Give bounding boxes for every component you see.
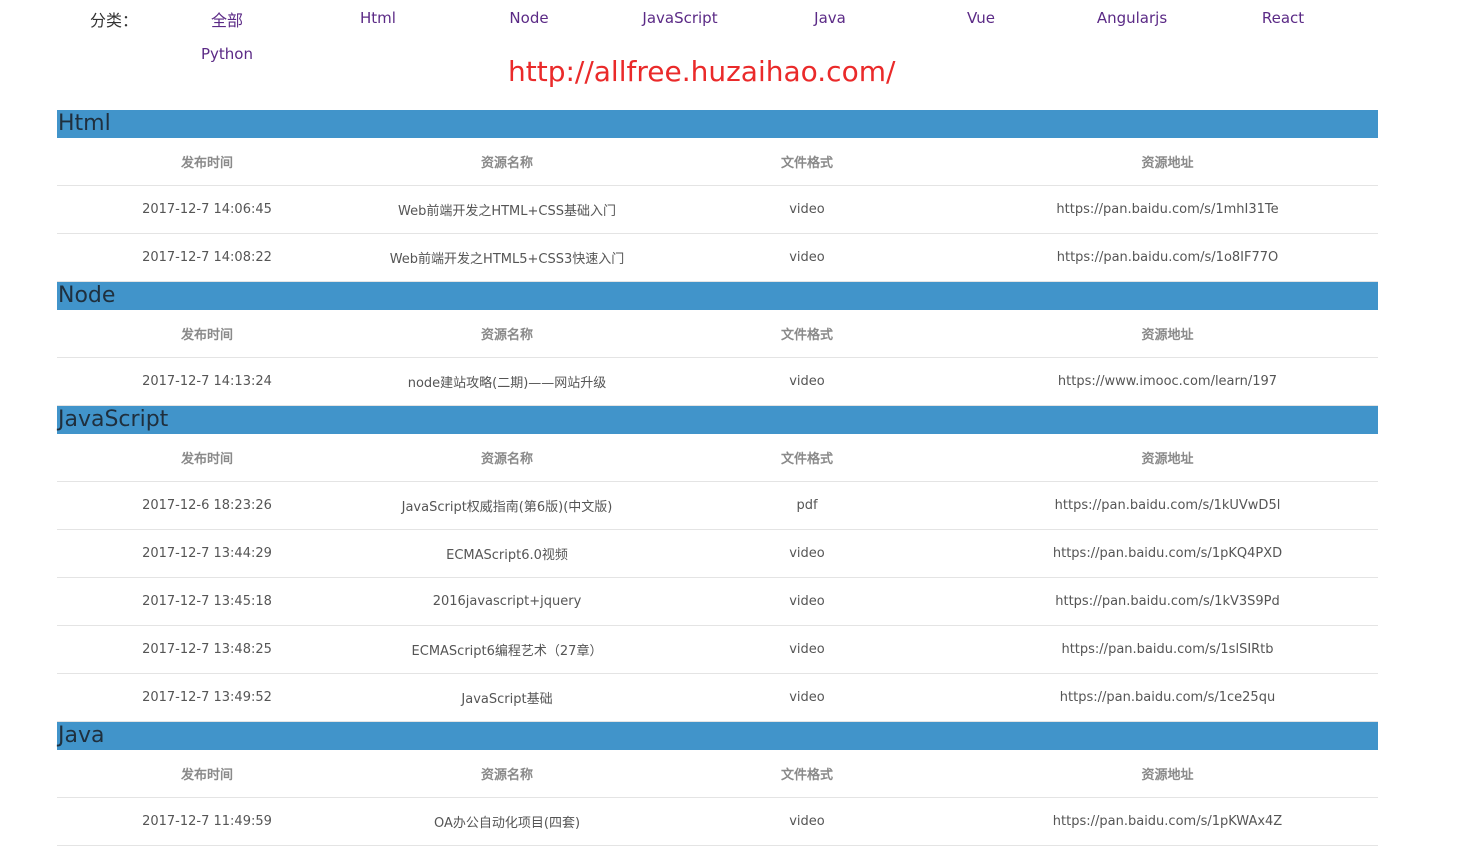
section-java: Java 发布时间 资源名称 文件格式 资源地址 2017-12-7 11:49… xyxy=(57,722,1378,846)
table-header-row: 发布时间 资源名称 文件格式 资源地址 xyxy=(57,434,1378,482)
cell-format: video xyxy=(657,233,957,282)
cell-name: OA办公自动化项目(四套) xyxy=(357,797,657,846)
cell-url[interactable]: https://pan.baidu.com/s/1kUVwD5l xyxy=(957,481,1378,530)
table-row: 2017-12-7 11:49:59 OA办公自动化项目(四套) video h… xyxy=(57,797,1378,846)
table-header-row: 发布时间 资源名称 文件格式 资源地址 xyxy=(57,138,1378,186)
nav-item-node[interactable]: Node xyxy=(454,8,604,28)
table-row: 2017-12-7 13:49:52 JavaScript基础 video ht… xyxy=(57,673,1378,722)
cell-name: ECMAScript6.0视频 xyxy=(357,529,657,578)
cell-name: 2016javascript+jquery xyxy=(357,577,657,626)
resource-table: 发布时间 资源名称 文件格式 资源地址 2017-12-7 11:49:59 O… xyxy=(57,750,1378,846)
column-header-date: 发布时间 xyxy=(57,434,357,482)
column-header-name: 资源名称 xyxy=(357,750,657,798)
cell-date: 2017-12-7 14:06:45 xyxy=(57,185,357,234)
section-title: JavaScript xyxy=(57,406,1378,434)
cell-name: Web前端开发之HTML+CSS基础入门 xyxy=(357,185,657,234)
section-javascript: JavaScript 发布时间 资源名称 文件格式 资源地址 2017-12-6… xyxy=(57,406,1378,722)
table-header-row: 发布时间 资源名称 文件格式 资源地址 xyxy=(57,310,1378,358)
column-header-name: 资源名称 xyxy=(357,434,657,482)
table-row: 2017-12-7 14:06:45 Web前端开发之HTML+CSS基础入门 … xyxy=(57,185,1378,234)
table-row: 2017-12-6 18:23:26 JavaScript权威指南(第6版)(中… xyxy=(57,481,1378,530)
table-header-row: 发布时间 资源名称 文件格式 资源地址 xyxy=(57,750,1378,798)
cell-name: node建站攻略(二期)——网站升级 xyxy=(357,357,657,406)
cell-format: video xyxy=(657,529,957,578)
resource-table: 发布时间 资源名称 文件格式 资源地址 2017-12-6 18:23:26 J… xyxy=(57,434,1378,722)
cell-date: 2017-12-7 14:08:22 xyxy=(57,233,357,282)
cell-name: Web前端开发之HTML5+CSS3快速入门 xyxy=(357,233,657,282)
cell-date: 2017-12-7 13:44:29 xyxy=(57,529,357,578)
cell-url[interactable]: https://pan.baidu.com/s/1mhI31Te xyxy=(957,185,1378,234)
column-header-format: 文件格式 xyxy=(657,310,957,358)
cell-url[interactable]: https://pan.baidu.com/s/1slSIRtb xyxy=(957,625,1378,674)
cell-url[interactable]: https://pan.baidu.com/s/1o8IF77O xyxy=(957,233,1378,282)
cell-date: 2017-12-7 13:45:18 xyxy=(57,577,357,626)
cell-name: JavaScript基础 xyxy=(357,673,657,722)
cell-url[interactable]: https://www.imooc.com/learn/197 xyxy=(957,357,1378,406)
cell-date: 2017-12-7 11:49:59 xyxy=(57,797,357,846)
column-header-date: 发布时间 xyxy=(57,750,357,798)
cell-name: JavaScript权威指南(第6版)(中文版) xyxy=(357,481,657,530)
resource-table: 发布时间 资源名称 文件格式 资源地址 2017-12-7 14:06:45 W… xyxy=(57,138,1378,282)
site-url-text: http://allfree.huzaihao.com/ xyxy=(508,55,896,88)
nav-item-python[interactable]: Python xyxy=(152,44,302,64)
nav-item-all[interactable]: 全部 xyxy=(152,11,302,31)
cell-format: video xyxy=(657,185,957,234)
nav-item-react[interactable]: React xyxy=(1208,8,1358,28)
resource-table: 发布时间 资源名称 文件格式 资源地址 2017-12-7 14:13:24 n… xyxy=(57,310,1378,406)
section-title: Java xyxy=(57,722,1378,750)
nav-item-javascript[interactable]: JavaScript xyxy=(605,8,755,28)
cell-format: pdf xyxy=(657,481,957,530)
section-node: Node 发布时间 资源名称 文件格式 资源地址 2017-12-7 14:13… xyxy=(57,282,1378,406)
table-row: 2017-12-7 13:45:18 2016javascript+jquery… xyxy=(57,577,1378,626)
column-header-format: 文件格式 xyxy=(657,434,957,482)
cell-url[interactable]: https://pan.baidu.com/s/1pKWAx4Z xyxy=(957,797,1378,846)
column-header-url: 资源地址 xyxy=(957,750,1378,798)
cell-url[interactable]: https://pan.baidu.com/s/1kV3S9Pd xyxy=(957,577,1378,626)
cell-format: video xyxy=(657,357,957,406)
column-header-url: 资源地址 xyxy=(957,310,1378,358)
column-header-format: 文件格式 xyxy=(657,750,957,798)
cell-url[interactable]: https://pan.baidu.com/s/1pKQ4PXD xyxy=(957,529,1378,578)
table-row: 2017-12-7 13:44:29 ECMAScript6.0视频 video… xyxy=(57,529,1378,578)
cell-date: 2017-12-6 18:23:26 xyxy=(57,481,357,530)
nav-item-html[interactable]: Html xyxy=(303,8,453,28)
cell-format: video xyxy=(657,577,957,626)
nav-item-vue[interactable]: Vue xyxy=(906,8,1056,28)
cell-date: 2017-12-7 13:49:52 xyxy=(57,673,357,722)
nav-item-angularjs[interactable]: Angularjs xyxy=(1057,8,1207,28)
table-row: 2017-12-7 14:08:22 Web前端开发之HTML5+CSS3快速入… xyxy=(57,233,1378,282)
category-label: 分类： xyxy=(90,11,139,30)
section-title: Html xyxy=(57,110,1378,138)
column-header-date: 发布时间 xyxy=(57,138,357,186)
cell-url[interactable]: https://pan.baidu.com/s/1ce25qu xyxy=(957,673,1378,722)
cell-date: 2017-12-7 14:13:24 xyxy=(57,357,357,406)
section-html: Html 发布时间 资源名称 文件格式 资源地址 2017-12-7 14:06… xyxy=(57,110,1378,282)
table-row: 2017-12-7 14:13:24 node建站攻略(二期)——网站升级 vi… xyxy=(57,357,1378,406)
cell-format: video xyxy=(657,625,957,674)
cell-format: video xyxy=(657,673,957,722)
resource-list: Html 发布时间 资源名称 文件格式 资源地址 2017-12-7 14:06… xyxy=(57,110,1378,846)
cell-format: video xyxy=(657,797,957,846)
table-row: 2017-12-7 13:48:25 ECMAScript6编程艺术（27章） … xyxy=(57,625,1378,674)
column-header-url: 资源地址 xyxy=(957,138,1378,186)
column-header-format: 文件格式 xyxy=(657,138,957,186)
nav-item-java[interactable]: Java xyxy=(755,8,905,28)
column-header-url: 资源地址 xyxy=(957,434,1378,482)
column-header-name: 资源名称 xyxy=(357,138,657,186)
cell-date: 2017-12-7 13:48:25 xyxy=(57,625,357,674)
cell-name: ECMAScript6编程艺术（27章） xyxy=(357,625,657,674)
column-header-date: 发布时间 xyxy=(57,310,357,358)
column-header-name: 资源名称 xyxy=(357,310,657,358)
section-title: Node xyxy=(57,282,1378,310)
